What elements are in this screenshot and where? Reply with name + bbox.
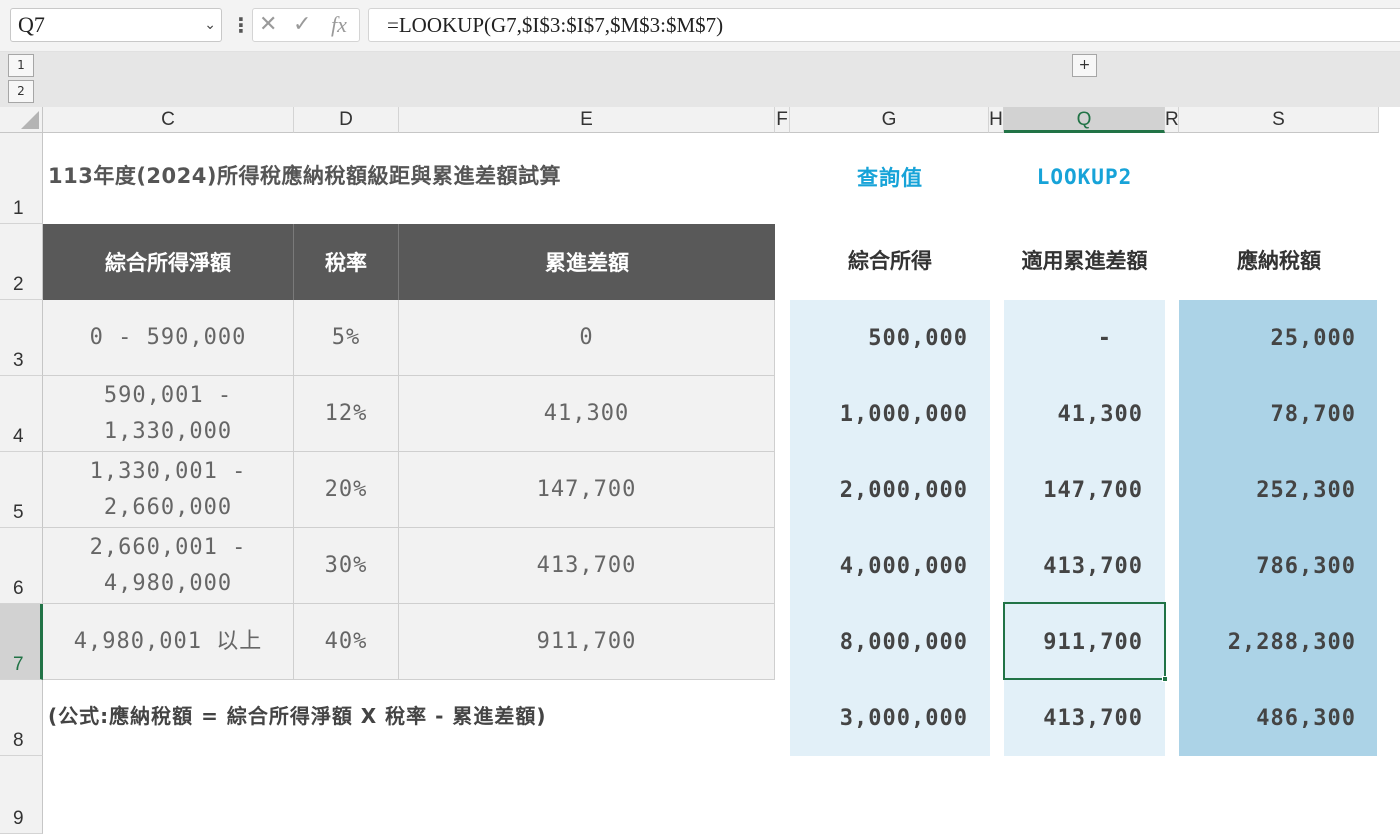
income-value-cell[interactable]: 3,000,000 (790, 680, 968, 756)
column-header-h[interactable]: H (989, 107, 1004, 133)
expand-group-button[interactable]: + (1072, 54, 1097, 77)
outline-level-1-button[interactable]: 1 (8, 54, 34, 77)
diff-value-cell[interactable]: 413,700 (1004, 528, 1143, 604)
column-header-g[interactable]: G (790, 107, 989, 133)
bracket-rate-cell[interactable]: 30% (294, 528, 399, 604)
bracket-range-cell[interactable]: 1,330,001 - 2,660,000 (43, 452, 294, 528)
bracket-range-cell[interactable]: 0 - 590,000 (43, 300, 294, 376)
formula-note[interactable]: (公式:應納稅額 = 綜合所得淨額 X 稅率 - 累進差額) (48, 700, 547, 729)
tax-value-cell[interactable]: 252,300 (1179, 452, 1356, 528)
tax-value-cell[interactable]: 486,300 (1179, 680, 1356, 756)
header-tax-payable[interactable]: 應納稅額 (1179, 238, 1379, 282)
tax-value-cell[interactable]: 2,288,300 (1179, 604, 1356, 680)
formula-buttons: ✕ ✓ fx (252, 8, 360, 42)
formula-bar: Q7 ⌄ ⋮ ✕ ✓ fx =LOOKUP(G7,$I$3:$I$7,$M$3:… (0, 0, 1400, 52)
more-options-icon[interactable]: ⋮ (231, 10, 251, 40)
diff-value-cell[interactable]: - (1004, 300, 1112, 376)
row-header-1[interactable]: 1 (0, 133, 43, 224)
name-box-value: Q7 (18, 12, 45, 37)
active-cell-selection[interactable] (1003, 602, 1168, 682)
bracket-diff-cell[interactable]: 147,700 (399, 452, 775, 528)
outline-level-2-button[interactable]: 2 (8, 80, 34, 103)
bracket-rate-cell[interactable]: 12% (294, 376, 399, 452)
income-value-cell[interactable]: 8,000,000 (790, 604, 968, 680)
row-header-5[interactable]: 5 (0, 452, 43, 528)
diff-value-cell[interactable]: 147,700 (1004, 452, 1143, 528)
row-header-3[interactable]: 3 (0, 300, 43, 376)
income-value-cell[interactable]: 500,000 (790, 300, 968, 376)
outline-area: 1 2 + (0, 52, 1400, 107)
column-header-e[interactable]: E (399, 107, 775, 133)
column-header-r[interactable]: R (1165, 107, 1179, 133)
bracket-rate-cell[interactable]: 5% (294, 300, 399, 376)
row-header-7[interactable]: 7 (0, 604, 43, 680)
enter-check-icon[interactable]: ✓ (293, 9, 311, 41)
query-value-label[interactable]: 查詢值 (790, 155, 990, 199)
bracket-rate-cell[interactable]: 20% (294, 452, 399, 528)
insert-function-icon[interactable]: fx (331, 9, 347, 41)
bracket-range-cell[interactable]: 4,980,001 以上 (43, 604, 294, 680)
tax-value-cell[interactable]: 786,300 (1179, 528, 1356, 604)
column-header-s[interactable]: S (1179, 107, 1379, 133)
chevron-down-icon[interactable]: ⌄ (204, 9, 216, 41)
row-header-2[interactable]: 2 (0, 224, 43, 300)
header-income-net[interactable]: 綜合所得淨額 (43, 224, 294, 300)
bracket-diff-cell[interactable]: 413,700 (399, 528, 775, 604)
column-header-c[interactable]: C (43, 107, 294, 133)
row-header-6[interactable]: 6 (0, 528, 43, 604)
income-value-cell[interactable]: 1,000,000 (790, 376, 968, 452)
bracket-diff-cell[interactable]: 0 (399, 300, 775, 376)
row-header-4[interactable]: 4 (0, 376, 43, 452)
diff-value-cell[interactable]: 41,300 (1004, 376, 1143, 452)
income-value-cell[interactable]: 4,000,000 (790, 528, 968, 604)
bracket-diff-cell[interactable]: 41,300 (399, 376, 775, 452)
sheet-title[interactable]: 113年度(2024)所得稅應納稅額級距與累進差額試算 (48, 160, 561, 190)
tax-value-cell[interactable]: 25,000 (1179, 300, 1356, 376)
diff-value-cell[interactable]: 413,700 (1004, 680, 1143, 756)
bracket-rate-cell[interactable]: 40% (294, 604, 399, 680)
bracket-diff-cell[interactable]: 911,700 (399, 604, 775, 680)
bracket-range-cell[interactable]: 590,001 - 1,330,000 (43, 376, 294, 452)
name-box[interactable]: Q7 ⌄ (10, 8, 222, 42)
row-header-8[interactable]: 8 (0, 680, 43, 756)
header-applicable-diff[interactable]: 適用累進差額 (1004, 238, 1165, 282)
column-header-f[interactable]: F (775, 107, 790, 133)
bracket-range-cell[interactable]: 2,660,001 - 4,980,000 (43, 528, 294, 604)
tax-value-cell[interactable]: 78,700 (1179, 376, 1356, 452)
income-value-cell[interactable]: 2,000,000 (790, 452, 968, 528)
formula-input[interactable]: =LOOKUP(G7,$I$3:$I$7,$M$3:$M$7) (368, 8, 1400, 42)
select-all-button[interactable] (0, 107, 43, 133)
cancel-icon[interactable]: ✕ (259, 9, 277, 41)
row-header-9[interactable]: 9 (0, 756, 43, 834)
header-tax-rate[interactable]: 稅率 (294, 224, 399, 300)
header-progressive-diff[interactable]: 累進差額 (399, 224, 775, 300)
lookup-label[interactable]: LOOKUP2 (1004, 155, 1165, 199)
fill-handle[interactable] (1162, 676, 1168, 682)
column-header-d[interactable]: D (294, 107, 399, 133)
header-income[interactable]: 綜合所得 (790, 238, 990, 282)
column-header-q[interactable]: Q (1004, 107, 1165, 133)
